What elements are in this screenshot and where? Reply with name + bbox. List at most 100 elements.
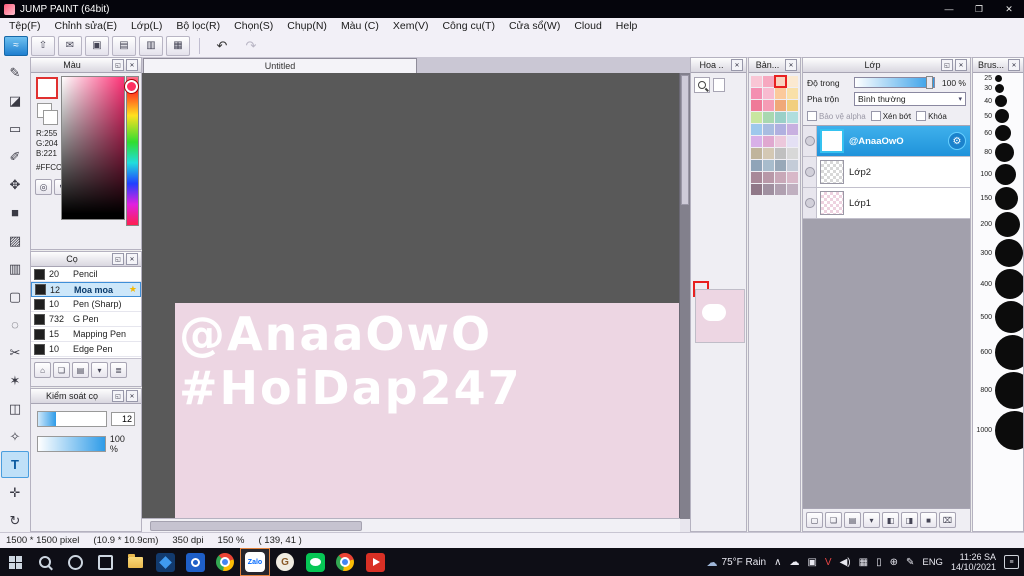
eraser-tool[interactable]: ◪ bbox=[1, 87, 29, 114]
brush-panel-close-button[interactable]: ✕ bbox=[126, 253, 138, 265]
color-panel-detach-button[interactable]: ◱ bbox=[112, 59, 124, 71]
color-swatch[interactable] bbox=[763, 148, 774, 159]
color-swatch[interactable] bbox=[787, 124, 798, 135]
layer-visibility-toggle[interactable] bbox=[803, 188, 817, 218]
menu-cua-so[interactable]: Cửa sổ(W) bbox=[502, 18, 567, 34]
brush-size-option[interactable]: 30 bbox=[973, 83, 1023, 94]
color-swatch[interactable] bbox=[775, 184, 786, 195]
brush-size-option[interactable]: 100 bbox=[973, 163, 1023, 186]
brush-item[interactable]: 12 Moa moa ★ bbox=[31, 282, 141, 297]
export-button[interactable]: ⇧ bbox=[31, 35, 55, 56]
horizontal-scrollbar-thumb[interactable] bbox=[150, 521, 362, 531]
eyedropper-tool[interactable]: ✧ bbox=[1, 423, 29, 450]
display-icon[interactable]: ▣ bbox=[807, 557, 816, 568]
layer-visibility-toggle[interactable] bbox=[803, 157, 817, 187]
color-swatch[interactable] bbox=[763, 136, 774, 147]
menu-mau[interactable]: Màu (C) bbox=[334, 18, 386, 34]
color-swatch[interactable] bbox=[763, 124, 774, 135]
fill-square-tool[interactable]: ■ bbox=[1, 199, 29, 226]
brush-control-detach-button[interactable]: ◱ bbox=[112, 390, 124, 402]
color-swatch[interactable] bbox=[787, 184, 798, 195]
merge-layer-button[interactable]: ◧ bbox=[882, 512, 899, 528]
color-swatch[interactable] bbox=[774, 75, 787, 88]
chevron-up-icon[interactable]: ∧ bbox=[774, 557, 781, 568]
brush-panel-detach-button[interactable]: ◱ bbox=[112, 253, 124, 265]
color-swatch[interactable] bbox=[775, 100, 786, 111]
select-ellipse-tool[interactable]: ◌ bbox=[1, 311, 29, 338]
layer-row[interactable]: Lớp1 bbox=[803, 188, 970, 219]
onedrive-icon[interactable]: ☁ bbox=[789, 557, 799, 568]
redo-button[interactable]: ↷ bbox=[238, 36, 264, 56]
duplicate-layer-button[interactable]: ❏ bbox=[825, 512, 842, 528]
delete-layer-button[interactable]: ⌧ bbox=[939, 512, 956, 528]
menu-cong-cu[interactable]: Công cụ(T) bbox=[435, 18, 502, 34]
brush-menu-button[interactable]: ▾ bbox=[91, 362, 108, 378]
lasso-tool[interactable]: ✂ bbox=[1, 339, 29, 366]
text-tool[interactable]: T bbox=[1, 451, 29, 478]
saturation-value-picker[interactable] bbox=[61, 76, 125, 220]
navigator-preview[interactable] bbox=[695, 289, 745, 343]
menu-bo-loc[interactable]: Bộ lọc(R) bbox=[169, 18, 227, 34]
taskbar-clock[interactable]: 11:26 SA 14/10/2021 bbox=[951, 552, 996, 572]
color-swatch[interactable] bbox=[787, 136, 798, 147]
clipping-checkbox[interactable] bbox=[870, 111, 881, 121]
color-swatch[interactable] bbox=[751, 184, 762, 195]
gradient-tool[interactable]: ▥ bbox=[1, 255, 29, 282]
select-rect-tool[interactable]: ▢ bbox=[1, 283, 29, 310]
brush-size-option[interactable]: 400 bbox=[973, 268, 1023, 300]
language-indicator[interactable]: ENG bbox=[922, 557, 943, 568]
color-swatch[interactable] bbox=[787, 76, 798, 87]
network-icon[interactable]: ⊕ bbox=[890, 557, 898, 568]
canvas-viewport[interactable]: @AnaaOwO #HoiDap247 bbox=[142, 73, 680, 519]
color-swatch[interactable] bbox=[763, 76, 774, 87]
pages-button[interactable]: ▥ bbox=[139, 35, 163, 56]
fill-layer-button[interactable]: ■ bbox=[920, 512, 937, 528]
menu-lop[interactable]: Lớp(L) bbox=[124, 18, 169, 34]
brush-size-option[interactable]: 600 bbox=[973, 334, 1023, 371]
cortana-button[interactable] bbox=[60, 548, 90, 576]
maximize-button[interactable]: ❐ bbox=[964, 0, 994, 18]
brush-size-option[interactable]: 80 bbox=[973, 142, 1023, 163]
brush-size-option[interactable]: 300 bbox=[973, 238, 1023, 268]
taskbar-search-button[interactable] bbox=[30, 548, 60, 576]
brush-home-button[interactable]: ⌂ bbox=[34, 362, 51, 378]
color-swatch[interactable] bbox=[763, 172, 774, 183]
hue-slider[interactable] bbox=[126, 76, 139, 226]
color-swatch[interactable] bbox=[775, 124, 786, 135]
brush-size-option[interactable]: 40 bbox=[973, 94, 1023, 108]
brush-size-option[interactable]: 50 bbox=[973, 108, 1023, 124]
menu-chon[interactable]: Chọn(S) bbox=[227, 18, 280, 34]
lock-option[interactable]: Khóa bbox=[916, 111, 947, 121]
bucket-tool[interactable]: ▨ bbox=[1, 227, 29, 254]
foreground-color-swatch[interactable] bbox=[36, 77, 58, 99]
notification-center-button[interactable]: ≡ bbox=[1004, 555, 1019, 569]
paint-mode-button[interactable]: ≈ bbox=[4, 35, 28, 56]
brush-item[interactable]: 15 Mapping Pen bbox=[31, 327, 141, 342]
color-swatch[interactable] bbox=[751, 76, 762, 87]
color-swatch[interactable] bbox=[751, 136, 762, 147]
brush-size-slider[interactable] bbox=[37, 411, 107, 427]
brush-item[interactable]: 10 Pen (Sharp) bbox=[31, 297, 141, 312]
minimize-button[interactable]: — bbox=[934, 0, 964, 18]
brush-item[interactable]: 20 Pencil bbox=[31, 267, 141, 282]
color-swatch[interactable] bbox=[763, 160, 774, 171]
move-tool[interactable]: ✥ bbox=[1, 171, 29, 198]
color-swatch[interactable] bbox=[751, 88, 762, 99]
brush-size-option[interactable]: 60 bbox=[973, 124, 1023, 142]
brush-new-button[interactable]: ❏ bbox=[53, 362, 70, 378]
screen-share-button[interactable]: ▣ bbox=[85, 35, 109, 56]
color-swatch[interactable] bbox=[751, 148, 762, 159]
chrome-button[interactable] bbox=[210, 548, 240, 576]
page-button[interactable]: ▤ bbox=[112, 35, 136, 56]
color-swatch[interactable] bbox=[787, 112, 798, 123]
brush-item[interactable]: 732 G Pen bbox=[31, 312, 141, 327]
brush-item[interactable]: 10 Edge Pen bbox=[31, 342, 141, 357]
color-swatch[interactable] bbox=[763, 100, 774, 111]
brush-size-close-button[interactable]: ✕ bbox=[1008, 59, 1020, 71]
zalo-button[interactable]: Zalo bbox=[240, 548, 270, 576]
color-swatch[interactable] bbox=[763, 88, 774, 99]
color-panel-close-button[interactable]: ✕ bbox=[126, 59, 138, 71]
battery-icon[interactable]: ▯ bbox=[876, 557, 882, 568]
layer-row[interactable]: Lớp2 bbox=[803, 157, 970, 188]
gimp-app-button[interactable]: G bbox=[270, 548, 300, 576]
